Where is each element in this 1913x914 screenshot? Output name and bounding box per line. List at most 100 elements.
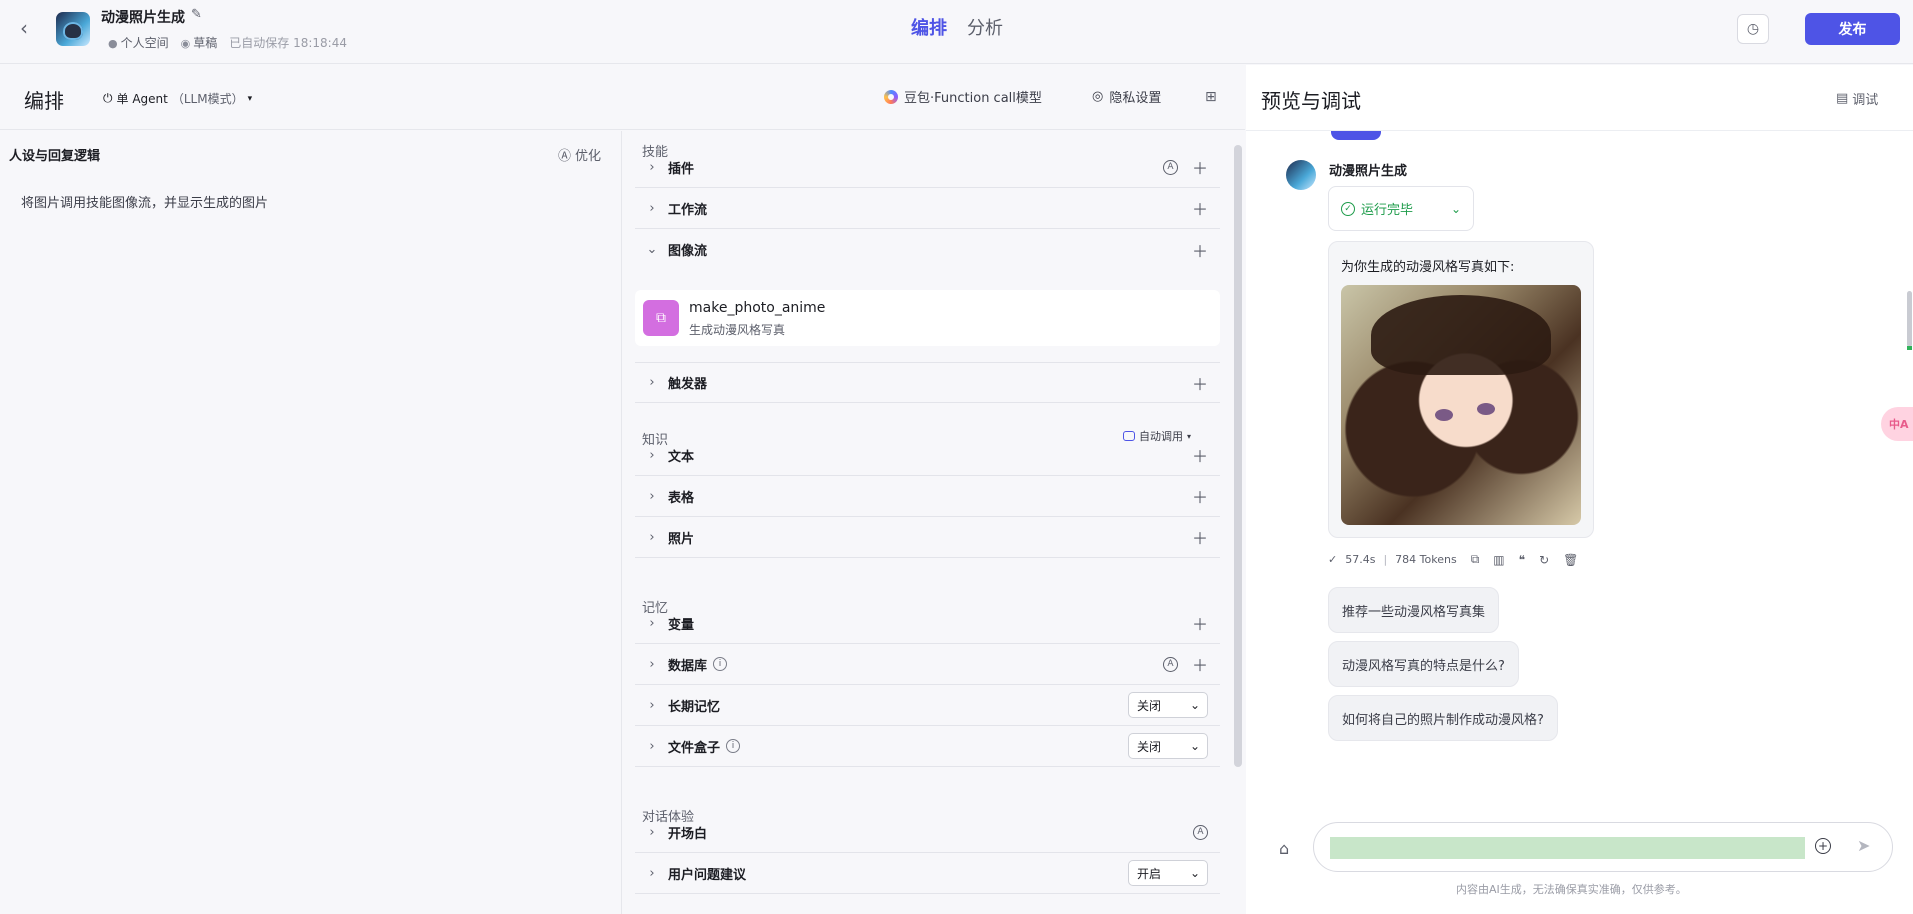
chevron-down-icon: ⌄ xyxy=(646,242,658,257)
chevron-right-icon: › xyxy=(649,656,655,672)
imageflow-item-name: make_photo_anime xyxy=(689,300,826,316)
history-button[interactable]: ◷ xyxy=(1737,14,1769,44)
note-icon[interactable]: ▥ xyxy=(1493,553,1504,567)
file-box-row[interactable]: › 文件盒子 i 关闭 ⌄ xyxy=(635,726,1220,767)
suggestion-chip[interactable]: 动漫风格写真的特点是什么? xyxy=(1328,641,1519,687)
check-icon: ✓ xyxy=(1328,553,1338,566)
layout-grid-icon[interactable]: ⊞ xyxy=(1205,89,1217,105)
info-icon[interactable]: i xyxy=(726,739,741,753)
add-table-button[interactable]: ＋ xyxy=(1192,484,1208,508)
copy-icon[interactable]: ⧉ xyxy=(1471,552,1480,567)
table-row[interactable]: › 表格 ＋ xyxy=(635,476,1220,517)
bot-avatar[interactable] xyxy=(56,12,90,46)
add-attachment-icon[interactable]: + xyxy=(1815,838,1831,854)
imageflow-item-desc: 生成动漫风格写真 xyxy=(689,323,786,337)
auto-icon[interactable]: A xyxy=(1193,824,1208,840)
trigger-row[interactable]: › 触发器 ＋ xyxy=(635,362,1220,403)
top-tabs: 编排 分析 xyxy=(911,14,1003,40)
auto-icon[interactable]: A xyxy=(1162,159,1178,175)
caret-down-icon: ▾ xyxy=(247,93,253,104)
chevron-right-icon: › xyxy=(649,529,655,545)
imageflow-item[interactable]: ⧉ make_photo_anime 生成动漫风格写真 xyxy=(635,290,1220,346)
agent-mode-select[interactable]: ⏻ 单 Agent （LLM模式） ▾ xyxy=(103,90,252,107)
persona-prompt-editor[interactable]: 将图片调用技能图像流，并显示生成的图片 xyxy=(21,192,268,211)
info-icon[interactable]: i xyxy=(713,657,728,671)
chevron-right-icon: › xyxy=(649,447,655,463)
persona-title: 人设与回复逻辑 xyxy=(9,149,101,164)
chevron-right-icon: › xyxy=(649,488,655,504)
user-icon: ● xyxy=(108,37,118,50)
chevron-right-icon: › xyxy=(649,375,655,390)
draft-icon: ◉ xyxy=(180,37,191,50)
preview-scrollbar[interactable] xyxy=(1907,291,1912,350)
tab-analysis[interactable]: 分析 xyxy=(967,14,1003,40)
skills-scrollbar[interactable] xyxy=(1234,145,1242,767)
opening-row[interactable]: › 开场白 A xyxy=(635,812,1220,853)
delete-icon[interactable]: 🗑 xyxy=(1563,553,1578,567)
chat-input-box: + ➤ xyxy=(1313,822,1893,872)
ai-disclaimer: 内容由AI生成，无法确保真实准确，仅供参考。 xyxy=(1456,883,1687,896)
quote-icon[interactable]: ❝ xyxy=(1519,553,1525,567)
auto-icon[interactable]: A xyxy=(1162,656,1178,672)
clear-history-icon[interactable]: ⌂ xyxy=(1279,839,1289,858)
user-message-bubble xyxy=(1331,131,1381,140)
send-icon[interactable]: ➤ xyxy=(1857,836,1870,855)
add-workflow-button[interactable]: ＋ xyxy=(1192,196,1208,220)
add-imageflow-button[interactable]: ＋ xyxy=(1192,238,1208,262)
database-row[interactable]: › 数据库 i A ＋ xyxy=(635,644,1220,685)
user-suggest-row[interactable]: › 用户问题建议 开启 ⌄ xyxy=(635,853,1220,894)
edit-icon[interactable]: ✎ xyxy=(191,7,205,22)
chevron-down-icon: ⌄ xyxy=(1189,698,1200,712)
workflow-row[interactable]: › 工作流 ＋ xyxy=(635,188,1220,229)
model-select[interactable]: 豆包·Function call模型 xyxy=(884,87,1042,106)
add-database-button[interactable]: ＋ xyxy=(1192,652,1208,676)
top-bar: ‹ 动漫照片生成 ✎ ● 个人空间 ◉ 草稿 已自动保存 18:18:44 编排 分… xyxy=(0,0,1913,64)
edit-title: 编排 xyxy=(24,89,64,113)
space-label: ● 个人空间 xyxy=(108,36,169,50)
variable-row[interactable]: › 变量 ＋ xyxy=(635,603,1220,644)
suggestion-chip[interactable]: 如何将自己的照片制作成动漫风格? xyxy=(1328,695,1558,741)
agent-icon: ⏻ xyxy=(103,91,113,105)
status-label: ◉ 草稿 xyxy=(180,36,218,50)
autosave-label: 已自动保存 18:18:44 xyxy=(229,36,347,50)
suggestion-chip[interactable]: 推荐一些动漫风格写真集 xyxy=(1328,587,1500,633)
document-icon: ▤ xyxy=(1836,91,1849,106)
chat-input[interactable] xyxy=(1330,837,1805,859)
chevron-down-icon: ⌄ xyxy=(1189,866,1200,880)
generated-anime-image[interactable] xyxy=(1341,285,1581,525)
text-row[interactable]: › 文本 ＋ xyxy=(635,435,1220,476)
privacy-settings[interactable]: ◎ 隐私设置 xyxy=(1092,87,1161,106)
add-trigger-button[interactable]: ＋ xyxy=(1192,371,1208,395)
optimize-button[interactable]: Ⓐ 优化 xyxy=(558,145,601,164)
refresh-icon[interactable]: ↻ xyxy=(1539,553,1549,567)
clock-icon: ◷ xyxy=(1746,21,1760,37)
bot-name: 动漫照片生成 xyxy=(1329,164,1408,179)
add-photo-button[interactable]: ＋ xyxy=(1192,525,1208,549)
add-plugin-button[interactable]: ＋ xyxy=(1192,155,1208,179)
user-suggest-select[interactable]: 开启 ⌄ xyxy=(1128,860,1208,886)
tab-arrange[interactable]: 编排 xyxy=(911,14,947,40)
answer-bubble: 为你生成的动漫风格写真如下: xyxy=(1328,241,1594,538)
file-box-select[interactable]: 关闭 ⌄ xyxy=(1128,733,1208,759)
chevron-down-icon: ⌄ xyxy=(1450,201,1461,216)
run-status-toggle[interactable]: ✓ 运行完毕 ⌄ xyxy=(1328,186,1474,231)
check-circle-icon: ✓ xyxy=(1341,201,1355,216)
persona-panel: 人设与回复逻辑 Ⓐ 优化 将图片调用技能图像流，并显示生成的图片 xyxy=(0,131,622,914)
optimize-icon: Ⓐ xyxy=(558,149,572,164)
translate-tool-icon[interactable]: 中A xyxy=(1881,407,1913,441)
chevron-right-icon: › xyxy=(649,824,655,840)
answer-text: 为你生成的动漫风格写真如下: xyxy=(1341,260,1515,275)
add-text-button[interactable]: ＋ xyxy=(1192,443,1208,467)
chevron-down-icon: ⌄ xyxy=(1189,739,1200,753)
plugin-row[interactable]: › 插件 A ＋ xyxy=(635,147,1220,188)
publish-button[interactable]: 发布 xyxy=(1805,13,1900,45)
add-variable-button[interactable]: ＋ xyxy=(1192,611,1208,635)
app-meta: ● 个人空间 ◉ 草稿 已自动保存 18:18:44 xyxy=(108,34,347,51)
photo-row[interactable]: › 照片 ＋ xyxy=(635,517,1220,558)
long-memory-row[interactable]: › 长期记忆 关闭 ⌄ xyxy=(635,685,1220,726)
imageflow-row[interactable]: ⌄ 图像流 ＋ xyxy=(635,229,1220,270)
preview-header: 预览与调试 ▤ 调试 xyxy=(1246,65,1913,131)
debug-button[interactable]: ▤ 调试 xyxy=(1836,89,1878,108)
long-memory-select[interactable]: 关闭 ⌄ xyxy=(1128,692,1208,718)
back-arrow-icon[interactable]: ‹ xyxy=(20,18,40,38)
